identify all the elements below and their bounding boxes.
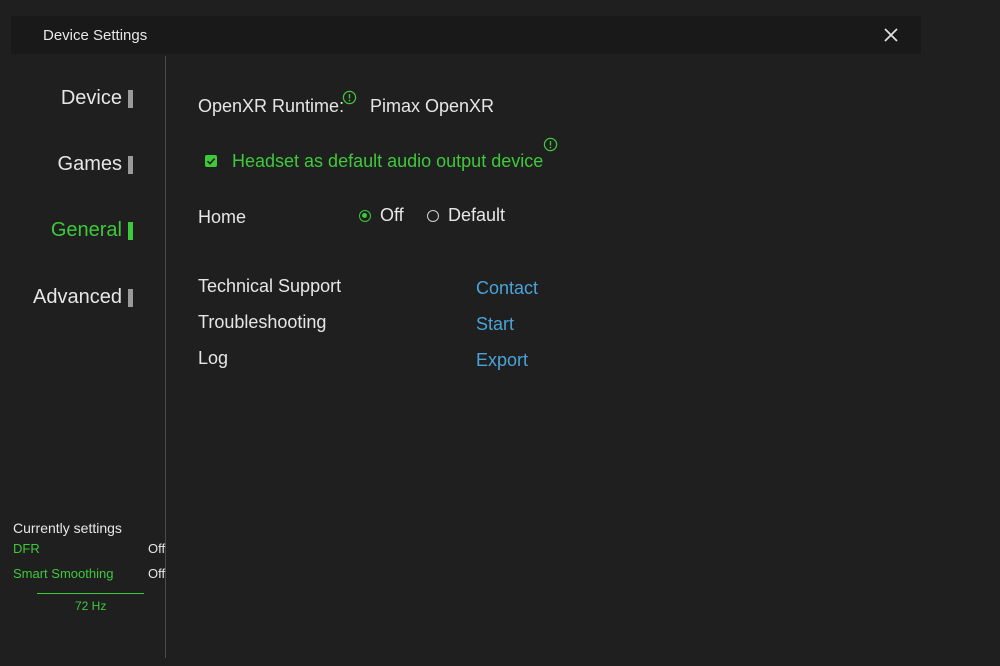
sidebar-item-general[interactable]: General — [51, 219, 133, 242]
current-setting-smart-smoothing: Smart Smoothing Off — [13, 561, 168, 586]
check-icon — [206, 158, 216, 165]
nav-marker-active — [128, 221, 133, 240]
refresh-rate: 72 Hz — [75, 599, 107, 613]
nav-marker — [128, 89, 133, 108]
setting-value: Off — [148, 566, 166, 581]
setting-value: Off — [148, 541, 166, 556]
home-label: Home — [198, 207, 247, 227]
setting-key: Smart Smoothing — [13, 566, 114, 581]
sidebar-item-device[interactable]: Device — [61, 87, 133, 110]
audio-output-checkbox[interactable] — [205, 155, 217, 167]
nav-marker — [128, 155, 133, 174]
sidebar-item-label: Device — [60, 87, 122, 109]
openxr-runtime-label: OpenXR Runtime: — [198, 96, 345, 116]
audio-output-label[interactable]: Headset as default audio output device — [232, 151, 543, 172]
current-setting-dfr: DFR Off — [13, 536, 168, 561]
current-settings-panel: Currently settings DFR Off Smart Smoothi… — [13, 520, 168, 613]
openxr-runtime-value: Pimax OpenXR — [370, 96, 495, 116]
title-bar: Device Settings — [11, 16, 921, 54]
sidebar-item-label: General — [50, 219, 122, 241]
sidebar-item-label: Advanced — [33, 286, 122, 308]
setting-key: DFR — [13, 541, 40, 556]
troubleshooting-label: Troubleshooting — [198, 312, 327, 332]
close-icon — [884, 28, 898, 42]
home-off-radio[interactable] — [359, 210, 371, 222]
sidebar-item-games[interactable]: Games — [58, 153, 133, 176]
home-default-radio[interactable] — [427, 210, 439, 222]
device-settings-window: Device Settings Device Games General Adv… — [0, 0, 1000, 666]
log-label: Log — [198, 348, 229, 368]
info-icon[interactable] — [543, 137, 558, 152]
contact-link[interactable]: Contact — [476, 278, 538, 299]
home-off-label[interactable]: Off — [380, 205, 404, 226]
sidebar-item-advanced[interactable]: Advanced — [33, 286, 133, 309]
window-title: Device Settings — [43, 27, 148, 44]
start-link[interactable]: Start — [476, 314, 514, 335]
nav-marker — [128, 288, 133, 307]
close-button[interactable] — [881, 25, 901, 45]
home-default-label[interactable]: Default — [448, 205, 505, 226]
technical-support-label: Technical Support — [198, 276, 342, 296]
export-link[interactable]: Export — [476, 350, 528, 371]
current-settings-title: Currently settings — [13, 520, 122, 536]
sidebar-item-label: Games — [57, 153, 122, 175]
info-icon[interactable] — [342, 90, 357, 105]
settings-divider — [37, 593, 144, 594]
